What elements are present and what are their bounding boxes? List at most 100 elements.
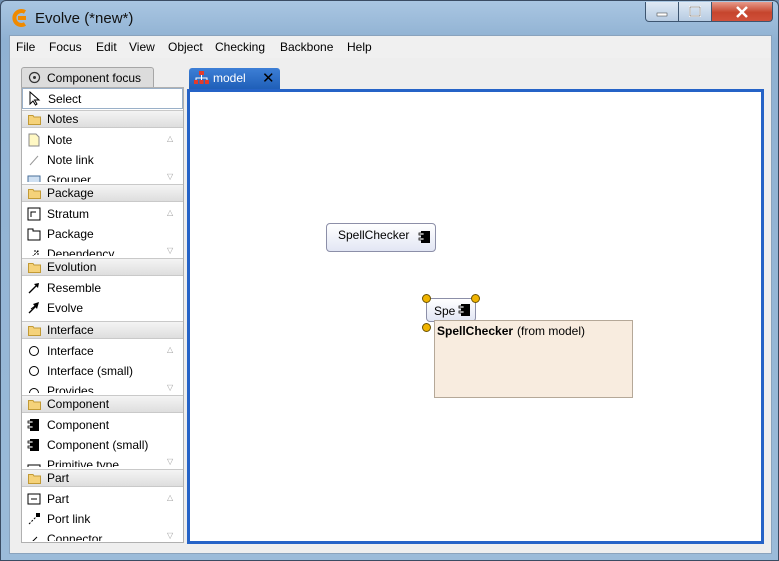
palette-item-primitive-type[interactable]: Primitive type [22, 455, 172, 467]
close-button[interactable] [711, 2, 773, 22]
palette-item-evolve[interactable]: Evolve [22, 298, 172, 318]
minimize-button[interactable] [645, 2, 679, 22]
palette-item-label: Grouper [47, 173, 92, 182]
editor-frame: SpellChecker Spe SpellChecker (from mode… [187, 89, 764, 544]
palette-item-connector[interactable]: Connector [22, 529, 172, 541]
close-icon [736, 5, 748, 18]
scroll-up-icon[interactable]: △ [167, 134, 173, 143]
menu-backbone[interactable]: Backbone [280, 40, 333, 54]
palette-item-package[interactable]: Package [22, 224, 172, 244]
maximize-icon [689, 5, 701, 17]
package-icon [27, 228, 41, 241]
drawer-interface[interactable]: Interface [22, 321, 183, 339]
resize-handle-bottom-left[interactable] [422, 323, 431, 332]
minimize-icon [656, 12, 668, 16]
grouper-icon [27, 175, 41, 182]
scroll-down-icon[interactable]: ▽ [167, 246, 173, 255]
diagram-canvas[interactable]: SpellChecker Spe SpellChecker (from mode… [190, 92, 761, 541]
component-icon [27, 419, 39, 431]
note-link-icon [29, 155, 39, 166]
folder-icon [28, 474, 41, 484]
drawer-notes[interactable]: Notes [22, 110, 183, 128]
palette-item-label: Package [47, 227, 94, 241]
scroll-down-icon[interactable]: ▽ [167, 172, 173, 181]
drawer-package[interactable]: Package [22, 184, 183, 202]
resize-handle-top-left[interactable] [422, 294, 431, 303]
palette-item-label: Note link [47, 153, 94, 167]
folder-icon [28, 326, 41, 336]
menu-edit[interactable]: Edit [96, 40, 117, 54]
evolve-arrow-icon [28, 302, 39, 314]
menu-object[interactable]: Object [168, 40, 203, 54]
palette-item-port-link[interactable]: Port link [22, 509, 172, 529]
editor-tab-model[interactable]: model ✕ [189, 68, 280, 89]
scroll-up-icon[interactable]: △ [167, 208, 173, 217]
evolve-logo-icon [12, 9, 27, 27]
close-tab-icon[interactable]: ✕ [262, 69, 275, 87]
pointer-icon [29, 91, 41, 106]
palette-item-label: Primitive type [47, 458, 120, 467]
palette-item-label: Evolve [47, 301, 84, 315]
palette-tab[interactable]: Component focus [21, 67, 154, 87]
folder-icon [28, 263, 41, 273]
component-tooltip: SpellChecker (from model) [434, 320, 633, 398]
drawer-label: Evolution [47, 260, 97, 274]
component-spe-selected[interactable]: Spe [426, 298, 476, 322]
palette-item-label: Dependency [47, 247, 115, 256]
drawer-label: Component [47, 397, 110, 411]
resize-handle-top-right[interactable] [471, 294, 480, 303]
drawer-label: Interface [47, 323, 94, 337]
maximize-button[interactable] [678, 2, 712, 22]
scroll-down-icon[interactable]: ▽ [167, 383, 173, 392]
part-icon [27, 493, 41, 505]
component-spellchecker[interactable]: SpellChecker [326, 223, 436, 252]
palette-item-note-link[interactable]: Note link [22, 150, 172, 170]
port-link-icon [28, 513, 40, 525]
palette-item-resemble[interactable]: Resemble [22, 278, 172, 298]
palette-item-interface[interactable]: Interface [22, 341, 172, 361]
palette-item-dependency[interactable]: Dependency [22, 244, 172, 256]
scroll-up-icon[interactable]: △ [167, 493, 173, 502]
palette-item-label: Component (small) [47, 438, 149, 452]
editor-tab-label: model [213, 71, 246, 85]
menu-file[interactable]: File [16, 40, 35, 54]
tooltip-component-name: SpellChecker [437, 324, 514, 338]
palette-select-tool[interactable]: Select [22, 88, 183, 109]
client-area: File Focus Edit View Object Checking Bac… [9, 35, 772, 554]
palette-item-component[interactable]: Component [22, 415, 172, 435]
palette-item-label: Port link [47, 512, 91, 526]
palette-item-provides[interactable]: Provides [22, 381, 172, 393]
palette-item-label: Connector [47, 532, 103, 541]
menu-view[interactable]: View [129, 40, 155, 54]
folder-icon [28, 115, 41, 125]
palette-item-grouper[interactable]: Grouper [22, 170, 172, 182]
palette-item-component-small[interactable]: Component (small) [22, 435, 172, 455]
drawer-label: Part [47, 471, 70, 485]
model-tree-icon [194, 71, 209, 84]
dependency-icon [32, 250, 39, 256]
menu-help[interactable]: Help [347, 40, 372, 54]
drawer-component[interactable]: Component [22, 395, 183, 413]
menu-focus[interactable]: Focus [49, 40, 82, 54]
scroll-down-icon[interactable]: ▽ [167, 457, 173, 466]
palette-item-label: Component [47, 418, 110, 432]
palette-item-note[interactable]: Note [22, 130, 172, 150]
palette-item-stratum[interactable]: Stratum [22, 204, 172, 224]
select-label: Select [48, 92, 82, 106]
component-label: SpellChecker [338, 228, 410, 242]
tooltip-source: (from model) [517, 324, 586, 338]
scroll-up-icon[interactable]: △ [167, 345, 173, 354]
menu-checking[interactable]: Checking [215, 40, 265, 54]
interface-circle-icon [29, 366, 39, 376]
scroll-down-icon[interactable]: ▽ [167, 531, 173, 540]
app-window: Evolve (*new*) File Focus Edit View Obje… [0, 0, 779, 561]
title-bar[interactable]: Evolve (*new*) [1, 1, 778, 34]
drawer-part[interactable]: Part [22, 469, 183, 487]
palette-item-interface-small[interactable]: Interface (small) [22, 361, 172, 381]
palette-item-part[interactable]: Part [22, 489, 172, 509]
palette-item-label: Provides [47, 384, 94, 393]
component-focus-icon [28, 71, 41, 84]
provides-icon [29, 388, 39, 393]
palette-item-label: Note [47, 133, 73, 147]
drawer-evolution[interactable]: Evolution [22, 258, 183, 276]
